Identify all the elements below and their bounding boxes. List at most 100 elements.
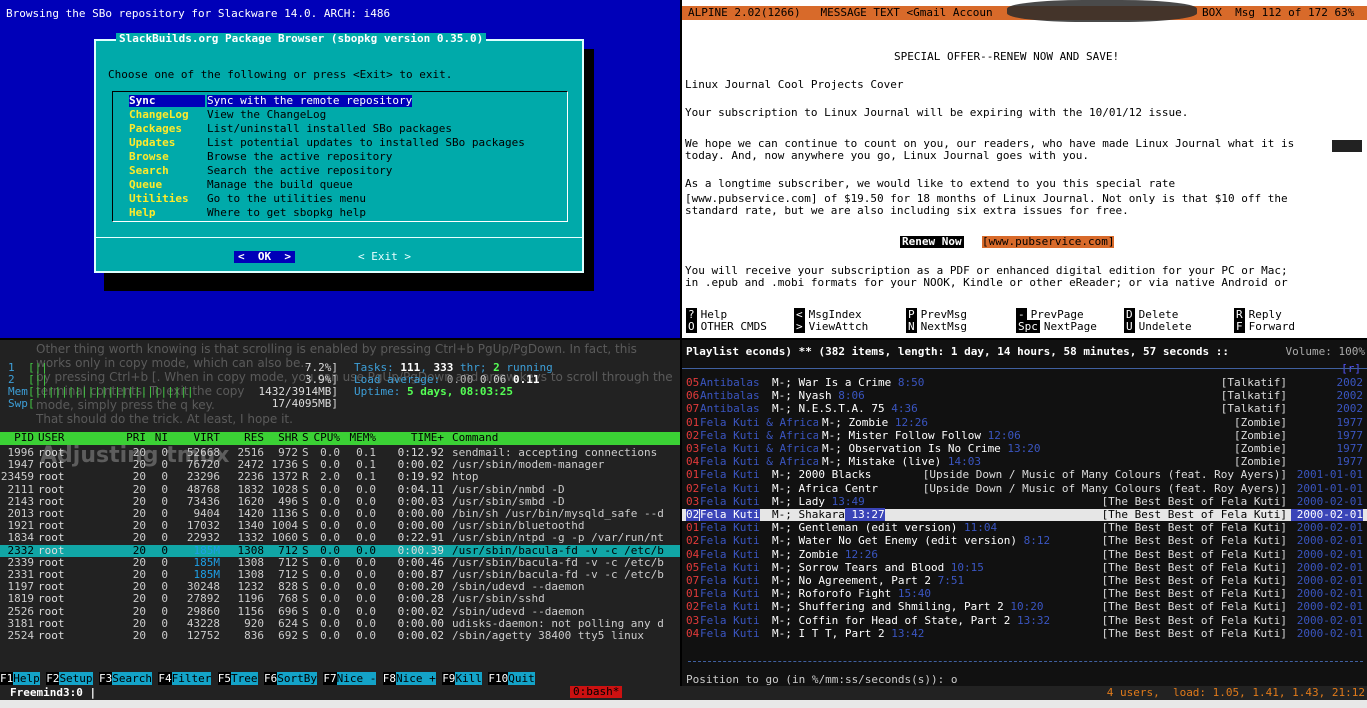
command-other-cmds[interactable]: O OTHER CMDS: [686, 320, 767, 333]
process-row[interactable]: 23459 root 20 0 23296 2236 1372 R 2.0 0.1 0:19.92 h…: [0, 471, 680, 483]
column-header-res[interactable]: RES: [228, 432, 264, 444]
track-duration: 13:32: [1010, 613, 1051, 627]
playlist-track[interactable]: 05 Antibalas M-; War Is a Crime 8:50 [Talka…: [682, 377, 1367, 389]
process-row[interactable]: 1996 root 20 0 52668 2516 972 S 0.0 0.1 0:12.92 sen…: [0, 447, 680, 459]
command-viewattch[interactable]: > ViewAttch: [794, 320, 868, 333]
track-duration: 13:49: [824, 494, 865, 508]
fkey-label: Filter: [171, 672, 212, 685]
track-year: 2000-02-01: [1296, 561, 1363, 574]
column-header-cpu[interactable]: CPU%: [310, 432, 341, 444]
process-cell-res: 836: [244, 629, 264, 642]
column-header-mem[interactable]: MEM%: [346, 432, 377, 444]
command-nextmsg[interactable]: N NextMsg: [906, 320, 967, 333]
fkey-label: Help: [13, 672, 40, 685]
process-row[interactable]: 1947 root 20 0 76720 2472 1736 S 0.0 0.1 0:00.02/u…: [0, 459, 680, 471]
command-key: N: [906, 320, 917, 333]
process-cell-ni: 0: [161, 531, 168, 545]
track-title-text: M-; No Agreement, Part 2: [772, 574, 931, 587]
column-header-pri[interactable]: PRI: [120, 432, 146, 444]
process-cell-user: root: [38, 604, 65, 618]
process-row[interactable]: 2013 root 20 0 9404 1420 1136 S 0.0 0.0 0:00.00/bi…: [0, 508, 680, 520]
process-row[interactable]: 3181 root 20 0 43228 920 624 S 0.0 0.0 0:00.00 udis…: [0, 616, 680, 630]
playlist-track[interactable]: 02Fela Kuti & Africa 70 M-; Mister Follow…: [682, 429, 1367, 442]
playlist-track[interactable]: 04Fela Kuti & Africa 70 M-; Mistake (live…: [682, 456, 1367, 468]
process-row[interactable]: 1834 root 20 0 22932 1332 1060 S 0.0 0.0 0:22.91/u…: [0, 532, 680, 544]
playlist-track[interactable]: 06 Antibalas M-; Nyash 8:06 [Talkatif] 2002: [682, 390, 1367, 402]
playlist-track[interactable]: 03 Fela Kuti M-; Lady 13:49 [The Best Best …: [682, 494, 1367, 508]
process-row[interactable]: 1197 root 20 0 30248 1232 828 S 0.0 0.0 0:00.20/sb…: [0, 581, 680, 593]
process-row[interactable]: 2143 root 20 0 73436 1620 496 S 0.0 0.0 0:00.03/us…: [0, 495, 680, 508]
seek-prompt[interactable]: Position to go (in %/mm:ss/seconds(s)): …: [686, 674, 958, 686]
process-cell-mem: 0.1: [356, 458, 376, 472]
playlist-track[interactable]: 03Fela Kuti & Africa 70 M-; Observation I…: [682, 443, 1367, 455]
process-table-header[interactable]: PID USER PRI NI VIRT RES SHR S CPU% MEM% TIME+ Comm…: [0, 432, 680, 445]
playlist-track[interactable]: 04 Fela Kuti M-; Zombie 12:26 [The Best Bes…: [682, 548, 1367, 561]
process-cell-virt: 48768: [186, 482, 220, 496]
window-tab[interactable]: 0:bash*: [570, 686, 623, 698]
track-album: [The Best Best of Fela Kuti]: [1101, 600, 1287, 614]
track-title-text: M-; Coffin for Head of State, Part 2: [772, 613, 1011, 627]
menu-item-description: Sync with the remote repository: [207, 94, 413, 107]
process-row[interactable]: 2526 root 20 0 29860 1156 696 S 0.0 0.0 0:00.02/sb…: [0, 604, 680, 618]
track-title: M-; Zombie 12:26: [822, 416, 928, 429]
command-nextpage[interactable]: Spc NextPage: [1016, 320, 1097, 333]
column-header-pid[interactable]: PID: [0, 432, 34, 444]
process-cell-cpu: 0.0: [320, 568, 340, 581]
renew-url-link[interactable]: [www.pubservice.com]: [982, 236, 1115, 248]
process-cell-ni: 0: [161, 446, 168, 459]
playlist-track[interactable]: 01Fela Kuti & Africa 70 M-; Zombie 12:26 […: [682, 415, 1367, 429]
separator-line: [682, 368, 1367, 369]
fkey-tree[interactable]: F5Tree: [217, 672, 258, 685]
fkey-search[interactable]: F3Search: [99, 672, 152, 685]
exit-button[interactable]: < Exit >: [358, 251, 411, 263]
process-cell-pri: 20: [132, 580, 146, 594]
fkey-filter[interactable]: F4Filter: [158, 672, 212, 685]
playlist-track[interactable]: 01 Fela Kuti M-; 2000 Blacks [Upside Down /…: [682, 469, 1367, 481]
track-album: [The Best Best of Fela Kuti]: [1101, 521, 1287, 535]
playlist-track[interactable]: 02 Fela Kuti M-; Water No Get Enemy (edit …: [682, 535, 1367, 547]
process-row[interactable]: 2111 root 20 0 48768 1832 1028 S 0.0 0.0 0:04.11/u…: [0, 482, 680, 496]
playlist-track[interactable]: 02 Fela Kuti M-; Shakara 13:27 [The Best Be…: [682, 508, 1367, 521]
fkey-setup[interactable]: F2Setup: [46, 672, 93, 685]
column-header-shr[interactable]: SHR: [270, 432, 298, 444]
playlist-track[interactable]: 01 Fela Kuti M-; Roforofo Fight 15:40 [The …: [682, 588, 1367, 600]
process-row[interactable]: 2524 root 20 0 12752 836 692 S 0.0 0.0 0:00.02/sbi…: [0, 630, 680, 642]
fkey-kill[interactable]: F9Kill: [442, 672, 482, 685]
process-cell-ni: 0: [161, 555, 168, 569]
command-undelete[interactable]: U Undelete: [1124, 320, 1192, 333]
ok-button[interactable]: < OK >: [234, 251, 295, 263]
command-key: Spc: [1016, 320, 1040, 333]
fkey-nice[interactable]: F7Nice -: [323, 672, 377, 685]
process-row[interactable]: 1819 root 20 0 27892 1196 768 S 0.0 0.0 0:00.28/us…: [0, 593, 680, 605]
playlist-track[interactable]: 01 Fela Kuti M-; Gentleman (edit version) …: [682, 522, 1367, 534]
fkey-nice[interactable]: F8Nice +: [382, 672, 436, 685]
playlist-track[interactable]: 07 Antibalas M-; N.E.S.T.A. 75 4:36 [Talkat…: [682, 403, 1367, 415]
process-row[interactable]: 2332 root 20 0 185M 1308 712 S 0.0 0.0 0:00.39/usr…: [0, 544, 680, 557]
command-forward[interactable]: F Forward: [1234, 320, 1295, 333]
process-cell-mem: 0.0: [356, 580, 376, 594]
message-line: As a longtime subscriber, we would like …: [685, 177, 1176, 190]
playlist-track[interactable]: 07 Fela Kuti M-; No Agreement, Part 2 7:51…: [682, 575, 1367, 587]
playlist-track[interactable]: 02 Fela Kuti M-; Africa Centr [Upside Down …: [682, 482, 1367, 495]
column-header-ni[interactable]: NI: [152, 432, 168, 444]
process-row[interactable]: 2339 root 20 0 185M 1308 712 S 0.0 0.0 0:00.46/usr…: [0, 555, 680, 569]
track-album: [Zombie]: [1234, 415, 1287, 429]
process-row[interactable]: 2331 root 20 0 185M 1308 712 S 0.0 0.0 0:00.87/usr…: [0, 569, 680, 581]
menu-item-key: Updates: [129, 136, 176, 149]
column-header-command[interactable]: Command: [452, 432, 680, 444]
fkey-help[interactable]: F1Help: [0, 672, 40, 685]
column-header-user[interactable]: USER: [38, 432, 108, 444]
playlist-track[interactable]: 02 Fela Kuti M-; Shuffering and Shmiling, …: [682, 601, 1367, 613]
fkey-sortby[interactable]: F6SortBy: [264, 672, 317, 685]
renew-now-link[interactable]: Renew Now: [900, 236, 964, 248]
process-cell-user: root: [38, 616, 65, 630]
process-cell-ni: 0: [161, 458, 168, 472]
column-header-virt[interactable]: VIRT: [172, 432, 221, 444]
fkey-quit[interactable]: F10Quit: [488, 672, 535, 685]
column-header-time[interactable]: TIME+: [378, 432, 444, 444]
playlist-track[interactable]: 03 Fela Kuti M-; Coffin for Head of State,…: [682, 613, 1367, 627]
process-cell-shr: 624: [278, 616, 298, 630]
playlist-track[interactable]: 05 Fela Kuti M-; Sorrow Tears and Blood 10…: [682, 561, 1367, 574]
playlist-track[interactable]: 04 Fela Kuti M-; I T T, Part 2 13:42 [The B…: [682, 627, 1367, 640]
process-row[interactable]: 1921 root 20 0 17032 1340 1004 S 0.0 0.0 0:00.00/u…: [0, 520, 680, 532]
